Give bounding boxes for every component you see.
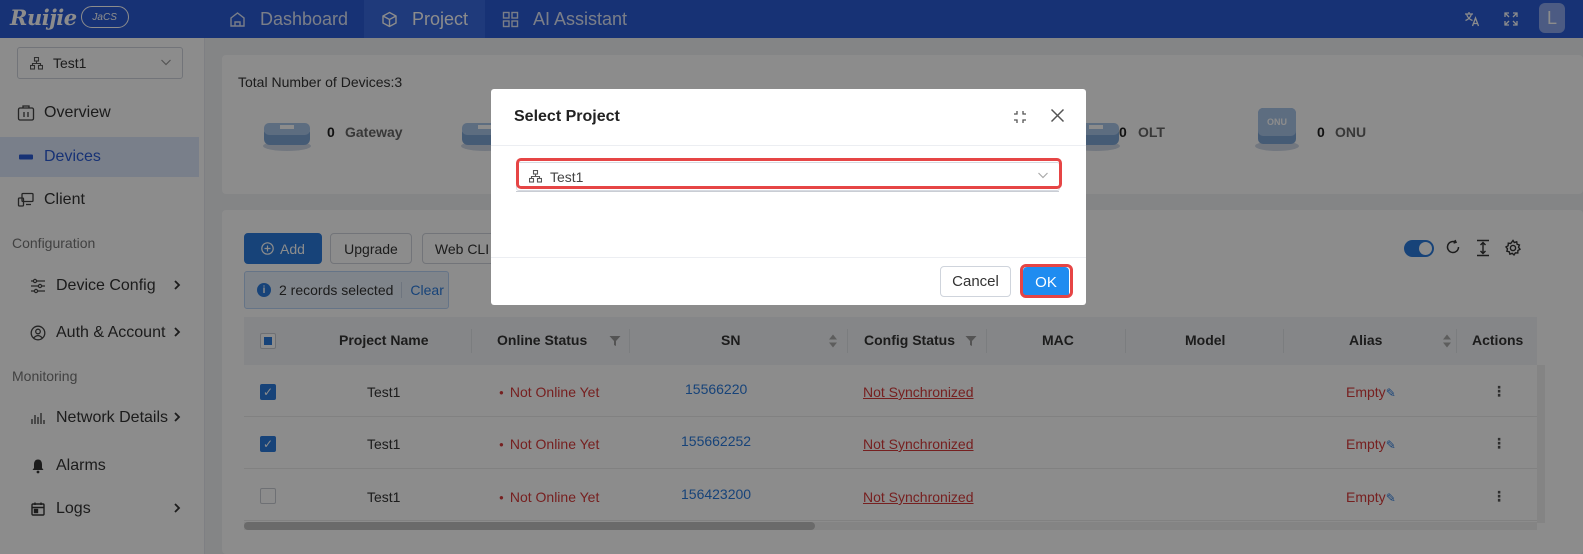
dialog-title: Select Project <box>514 108 620 125</box>
cancel-button[interactable]: Cancel <box>940 266 1011 297</box>
dropdown-underline <box>516 191 1059 192</box>
cancel-button-label: Cancel <box>952 273 999 290</box>
divider <box>491 145 1086 146</box>
maximize-icon[interactable] <box>1013 108 1027 129</box>
dropdown-highlight-outline <box>516 158 1062 189</box>
ok-highlight-outline <box>1020 264 1073 298</box>
close-icon[interactable] <box>1050 107 1065 128</box>
select-project-dialog: Select Project Test1 Cancel OK <box>491 89 1086 305</box>
divider <box>491 257 1086 258</box>
